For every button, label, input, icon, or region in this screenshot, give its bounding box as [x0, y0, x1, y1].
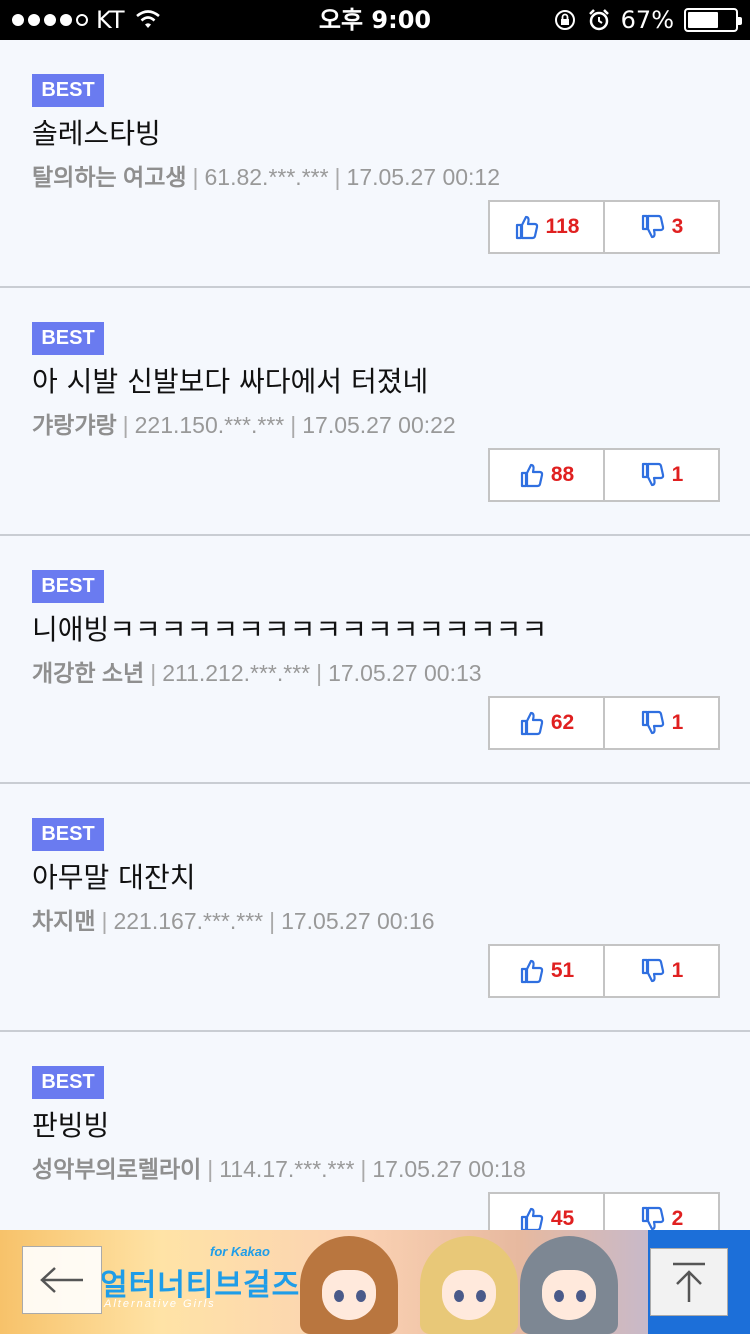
- comment-meta: 탈의하는 여고생 | 61.82.***.*** | 17.05.27 00:12: [32, 158, 500, 192]
- comment-datetime: 17.05.27 00:18: [372, 1156, 526, 1182]
- comment-author[interactable]: 개강한 소년: [32, 660, 144, 686]
- meta-separator: |: [207, 1156, 214, 1182]
- thumbs-down-icon: [641, 462, 664, 487]
- best-badge: BEST: [32, 818, 104, 851]
- like-count: 62: [550, 711, 575, 734]
- comment-author[interactable]: 성악부의로렐라이: [32, 1156, 201, 1182]
- scroll-top-button[interactable]: [650, 1248, 728, 1316]
- alarm-icon: [588, 9, 609, 31]
- comment-text: 아 시발 신발보다 싸다에서 터졌네: [32, 365, 429, 398]
- vote-box: 118 3: [488, 200, 720, 254]
- comment-author[interactable]: 차지맨: [32, 908, 95, 934]
- comment-author[interactable]: 갸랑갸랑: [32, 412, 117, 438]
- comment-ip: 61.82.***.***: [204, 164, 329, 190]
- dislike-count: 1: [671, 711, 684, 734]
- comment-meta: 차지맨 | 221.167.***.*** | 17.05.27 00:16: [32, 902, 435, 936]
- back-button[interactable]: [22, 1246, 102, 1314]
- vote-box: 62 1: [488, 696, 720, 750]
- best-badge: BEST: [32, 74, 104, 107]
- comment-meta: 성악부의로렐라이 | 114.17.***.*** | 17.05.27 00:18: [32, 1150, 526, 1184]
- meta-separator: |: [101, 908, 108, 934]
- comment-ip: 221.167.***.***: [113, 908, 264, 934]
- comment-item: BEST 니애빙ㅋㅋㅋㅋㅋㅋㅋㅋㅋㅋㅋㅋㅋㅋㅋㅋㅋ 개강한 소년 | 211.212…: [0, 536, 750, 784]
- like-count: 51: [550, 959, 575, 982]
- comment-text: 니애빙ㅋㅋㅋㅋㅋㅋㅋㅋㅋㅋㅋㅋㅋㅋㅋㅋㅋ: [32, 613, 548, 646]
- dislike-count: 1: [671, 959, 684, 982]
- meta-separator: |: [290, 412, 297, 438]
- best-badge: BEST: [32, 322, 104, 355]
- thumbs-up-icon: [520, 711, 543, 736]
- best-badge: BEST: [32, 570, 104, 603]
- battery-icon: [684, 8, 742, 32]
- scroll-top-icon: [673, 1262, 705, 1302]
- vote-box: 88 1: [488, 448, 720, 502]
- thumbs-down-icon: [641, 1206, 664, 1231]
- comment-ip: 211.212.***.***: [162, 660, 311, 686]
- vote-box: 51 1: [488, 944, 720, 998]
- comment-author[interactable]: 탈의하는 여고생: [32, 164, 187, 190]
- dislike-count: 3: [671, 215, 684, 238]
- meta-separator: |: [150, 660, 157, 686]
- dislike-count: 2: [671, 1207, 684, 1230]
- ad-banner[interactable]: for Kakao 얼터너티브걸즈 Alternative Girls: [0, 1230, 648, 1334]
- comment-ip: 114.17.***.***: [219, 1156, 355, 1182]
- comment-datetime: 17.05.27 00:13: [328, 660, 482, 686]
- comment-meta: 개강한 소년 | 211.212.***.*** | 17.05.27 00:13: [32, 654, 482, 688]
- like-button[interactable]: 118: [490, 202, 603, 252]
- ad-character-image: [420, 1236, 518, 1334]
- status-right: 67%: [553, 0, 742, 40]
- best-badge: BEST: [32, 1066, 104, 1099]
- like-count: 45: [550, 1207, 575, 1230]
- bottom-ad-bar: for Kakao 얼터너티브걸즈 Alternative Girls: [0, 1230, 750, 1334]
- dislike-button[interactable]: 1: [603, 946, 718, 996]
- best-comment-list: BEST 솔레스타빙 탈의하는 여고생 | 61.82.***.*** | 17.05.…: [0, 40, 750, 1280]
- ad-subtitle: Alternative Girls: [104, 1298, 216, 1310]
- left-arrow-icon: [40, 1267, 83, 1293]
- comment-text: 아무말 대잔치: [32, 861, 196, 894]
- thumbs-up-icon: [515, 215, 538, 240]
- meta-separator: |: [269, 908, 276, 934]
- like-count: 118: [545, 215, 580, 238]
- comment-datetime: 17.05.27 00:22: [302, 412, 456, 438]
- status-bar: KT 오후 9:00 67%: [0, 0, 750, 40]
- thumbs-down-icon: [641, 958, 664, 983]
- ad-for-kakao: for Kakao: [210, 1244, 270, 1259]
- thumbs-up-icon: [520, 463, 543, 488]
- comment-text: 판빙빙: [32, 1109, 110, 1142]
- comment-item: BEST 솔레스타빙 탈의하는 여고생 | 61.82.***.*** | 17.05.…: [0, 40, 750, 288]
- like-count: 88: [550, 463, 575, 486]
- meta-separator: |: [360, 1156, 367, 1182]
- thumbs-up-icon: [520, 1207, 543, 1232]
- thumbs-down-icon: [641, 214, 664, 239]
- comment-text: 솔레스타빙: [32, 117, 161, 150]
- dislike-count: 1: [671, 463, 684, 486]
- ad-character-image: [520, 1236, 618, 1334]
- dislike-button[interactable]: 3: [603, 202, 718, 252]
- comment-datetime: 17.05.27 00:12: [346, 164, 501, 190]
- like-button[interactable]: 88: [490, 450, 603, 500]
- ad-character-image: [300, 1236, 398, 1334]
- like-button[interactable]: 62: [490, 698, 603, 748]
- meta-separator: |: [122, 412, 129, 438]
- comment-ip: 221.150.***.***: [134, 412, 285, 438]
- comment-datetime: 17.05.27 00:16: [281, 908, 435, 934]
- comment-item: BEST 아 시발 신발보다 싸다에서 터졌네 갸랑갸랑 | 221.150.***…: [0, 288, 750, 536]
- thumbs-down-icon: [641, 710, 664, 735]
- thumbs-up-icon: [520, 959, 543, 984]
- battery-percent: 67%: [620, 6, 674, 34]
- comment-item: BEST 아무말 대잔치 차지맨 | 221.167.***.*** | 17.05.2…: [0, 784, 750, 1032]
- meta-separator: |: [316, 660, 323, 686]
- dislike-button[interactable]: 1: [603, 450, 718, 500]
- like-button[interactable]: 51: [490, 946, 603, 996]
- meta-separator: |: [334, 164, 341, 190]
- rotation-lock-icon: [554, 10, 575, 30]
- meta-separator: |: [192, 164, 199, 190]
- comment-meta: 갸랑갸랑 | 221.150.***.*** | 17.05.27 00:22: [32, 406, 456, 440]
- dislike-button[interactable]: 1: [603, 698, 718, 748]
